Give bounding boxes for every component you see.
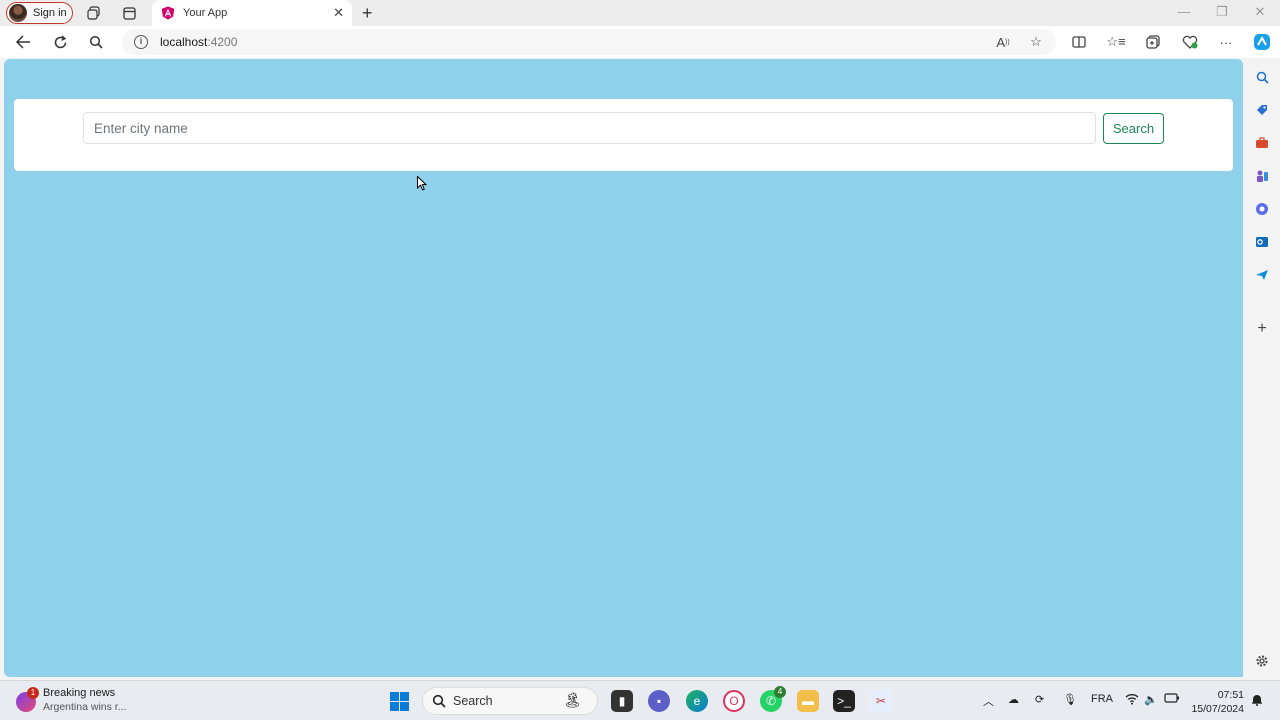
profile-label: Sign in — [33, 7, 67, 19]
news-widget[interactable]: 1 Breaking news Argentina wins r... — [16, 687, 126, 713]
address-host: localhost — [160, 35, 208, 49]
sidebar-shopping-icon[interactable] — [1253, 101, 1271, 119]
more-options-icon[interactable]: ··· — [1216, 32, 1236, 52]
taskbar-command-prompt-icon[interactable]: >_ — [833, 690, 855, 712]
notifications-bell-icon[interactable] — [1251, 693, 1263, 709]
show-hidden-icons-icon[interactable]: ︿ — [983, 693, 994, 709]
search-button[interactable]: Search — [1103, 113, 1164, 144]
angular-favicon-icon — [161, 6, 175, 20]
sync-icon[interactable]: ⟳ — [1035, 693, 1044, 706]
restore-icon[interactable]: ❐ — [1212, 4, 1232, 20]
sidebar-add-icon[interactable]: + — [1253, 320, 1271, 338]
close-window-icon[interactable]: ✕ — [1250, 4, 1270, 20]
news-icon: 1 — [16, 687, 39, 712]
tab-your-app[interactable]: Your App ✕ — [152, 0, 352, 26]
news-subtitle: Argentina wins r... — [43, 701, 127, 713]
taskbar-opera-icon[interactable]: O — [723, 690, 745, 712]
taskbar-snipping-tool-icon[interactable]: ✂ — [870, 690, 892, 712]
favorites-icon[interactable]: ☆≡ — [1106, 32, 1126, 52]
taskbar-file-explorer-icon[interactable]: ▬ — [797, 690, 819, 712]
news-title: Breaking news — [43, 687, 116, 699]
windows-start-icon[interactable] — [390, 692, 409, 711]
favorite-star-icon[interactable]: ☆ — [1026, 32, 1046, 52]
site-info-icon[interactable]: i — [134, 35, 148, 49]
microphone-icon[interactable]: 🎙 — [1063, 693, 1077, 706]
browser-title-bar: Sign in Your App ✕ + — ❐ ✕ — [0, 0, 1280, 26]
back-icon[interactable] — [13, 32, 33, 52]
clock-date: 15/07/2024 — [1191, 703, 1244, 715]
whatsapp-badge: 4 — [774, 686, 786, 698]
system-clock[interactable]: 07:51 15/07/2024 — [1190, 688, 1244, 716]
sidebar-games-icon[interactable] — [1253, 167, 1271, 185]
sidebar-send-icon[interactable] — [1253, 266, 1271, 284]
taskbar-edge-icon[interactable]: e — [686, 690, 708, 712]
mouse-cursor-icon — [417, 176, 427, 191]
address-bar[interactable]: i localhost:4200 — [122, 29, 1056, 55]
sidebar-outlook-icon[interactable] — [1253, 233, 1271, 251]
refresh-icon[interactable] — [50, 32, 70, 52]
search-card: Search — [14, 99, 1233, 171]
wifi-icon[interactable] — [1125, 693, 1139, 708]
edge-sidebar: + — [1244, 58, 1280, 678]
page-viewport: Search — [4, 59, 1243, 677]
profile-avatar — [9, 4, 27, 22]
profile-button[interactable]: Sign in — [6, 2, 73, 24]
city-search-input[interactable] — [83, 112, 1096, 144]
sidebar-copilot-icon[interactable] — [1253, 200, 1271, 218]
taskbar-teams-icon[interactable]: ▪ — [648, 690, 670, 712]
browser-toolbar: i localhost:4200 A)) ☆ ☆≡ ··· — [0, 26, 1280, 58]
volume-icon[interactable]: 🔈 — [1144, 693, 1158, 706]
battery-icon[interactable] — [1164, 693, 1180, 706]
onedrive-icon[interactable]: ☁ — [1008, 693, 1019, 706]
taskbar-whatsapp-icon[interactable]: ✆ 4 — [760, 686, 786, 712]
new-tab-icon[interactable]: + — [362, 3, 373, 24]
news-badge: 1 — [27, 687, 39, 699]
taskbar-app-terminal-icon[interactable]: ▮ — [611, 690, 633, 712]
sidebar-tools-icon[interactable] — [1253, 134, 1271, 152]
copilot-icon[interactable] — [1252, 32, 1272, 52]
taskbar-search-label: Search — [453, 694, 493, 708]
read-aloud-icon[interactable]: A)) — [993, 32, 1013, 52]
workspaces-icon[interactable] — [85, 4, 103, 22]
sidebar-search-icon[interactable] — [1253, 68, 1271, 86]
browser-essentials-icon[interactable] — [1180, 32, 1200, 52]
taskbar-search[interactable]: Search 🏝 — [422, 687, 598, 715]
windows-taskbar: 1 Breaking news Argentina wins r... Sear… — [0, 680, 1280, 720]
minimize-icon[interactable]: — — [1174, 4, 1194, 19]
clock-time: 07:51 — [1217, 689, 1244, 701]
search-highlight-icon: 🏝 — [563, 692, 583, 709]
search-icon[interactable] — [86, 32, 106, 52]
tab-actions-icon[interactable] — [120, 4, 138, 22]
close-tab-icon[interactable]: ✕ — [333, 5, 344, 21]
split-screen-icon[interactable] — [1069, 32, 1089, 52]
language-indicator[interactable]: FRA — [1091, 693, 1113, 705]
address-port: :4200 — [207, 35, 238, 49]
taskbar-search-icon — [432, 694, 446, 708]
collections-icon[interactable] — [1143, 32, 1163, 52]
sidebar-settings-icon[interactable] — [1253, 652, 1271, 670]
tab-title: Your App — [183, 7, 228, 19]
